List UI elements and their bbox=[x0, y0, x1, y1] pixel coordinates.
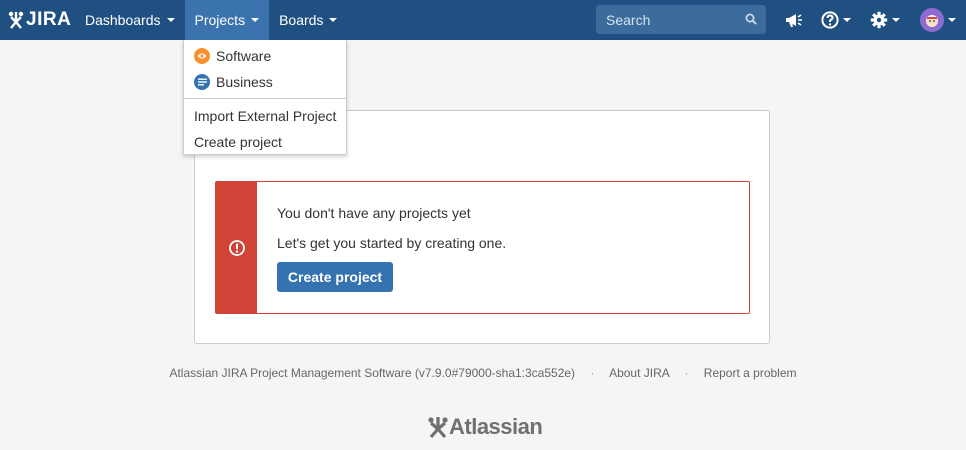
report-problem-link[interactable]: Report a problem bbox=[704, 366, 797, 380]
atlassian-logo-icon bbox=[428, 417, 448, 438]
chevron-down-icon bbox=[843, 18, 851, 22]
chevron-down-icon bbox=[329, 18, 338, 22]
user-avatar-icon bbox=[926, 15, 938, 27]
gear-icon bbox=[870, 11, 888, 29]
footer-version-text: Atlassian JIRA Project Management Softwa… bbox=[169, 366, 576, 380]
nav-dashboards-label: Dashboards bbox=[85, 12, 161, 28]
search-icon bbox=[745, 13, 757, 25]
top-navigation-bar: JIRA Dashboards Projects Boards Search bbox=[0, 0, 966, 40]
create-project-button[interactable]: Create project bbox=[277, 262, 393, 292]
message-icon-bar bbox=[216, 182, 257, 313]
chevron-down-icon bbox=[166, 18, 175, 22]
footer-separator: · bbox=[590, 366, 595, 380]
menu-item-create-project[interactable]: Create project bbox=[184, 129, 346, 155]
menu-item-business-label: Business bbox=[216, 74, 273, 90]
footer-separator: · bbox=[684, 366, 689, 380]
chevron-down-icon bbox=[948, 18, 956, 22]
nav-dashboards[interactable]: Dashboards bbox=[75, 0, 185, 40]
announcement-button[interactable] bbox=[785, 0, 803, 40]
user-profile-menu[interactable] bbox=[920, 0, 956, 40]
help-icon bbox=[821, 11, 839, 29]
jira-logo[interactable]: JIRA bbox=[0, 0, 75, 40]
chevron-down-icon bbox=[251, 18, 260, 22]
footer: Atlassian JIRA Project Management Softwa… bbox=[0, 366, 966, 380]
help-menu[interactable] bbox=[821, 0, 851, 40]
lines-icon bbox=[194, 74, 210, 90]
search-placeholder: Search bbox=[606, 11, 651, 28]
projects-dropdown-menu: Software Business Import External Projec… bbox=[183, 40, 347, 155]
atlassian-logo[interactable]: Atlassian bbox=[427, 414, 543, 440]
search-input[interactable]: Search bbox=[596, 5, 766, 34]
menu-item-create-label: Create project bbox=[194, 134, 282, 150]
nav-boards[interactable]: Boards bbox=[269, 0, 347, 40]
menu-item-import-label: Import External Project bbox=[194, 108, 337, 124]
megaphone-icon bbox=[786, 14, 802, 27]
error-message-box: You don't have any projects yet Let's ge… bbox=[215, 181, 750, 314]
get-started-text: Let's get you started by creating one. bbox=[277, 235, 507, 251]
menu-item-software-label: Software bbox=[216, 48, 272, 64]
nav-projects[interactable]: Projects bbox=[184, 0, 270, 40]
error-icon bbox=[228, 239, 245, 256]
no-projects-text: You don't have any projects yet bbox=[277, 205, 471, 221]
menu-item-import-external-project[interactable]: Import External Project bbox=[184, 103, 346, 129]
menu-item-software[interactable]: Software bbox=[184, 43, 346, 69]
chevron-down-icon bbox=[892, 18, 900, 22]
nav-projects-label: Projects bbox=[194, 12, 246, 28]
jira-logo-icon bbox=[8, 11, 24, 29]
eye-icon bbox=[194, 48, 210, 64]
menu-item-business[interactable]: Business bbox=[184, 69, 346, 95]
atlassian-logo-text: Atlassian bbox=[449, 414, 543, 439]
nav-boards-label: Boards bbox=[279, 12, 324, 28]
about-jira-link[interactable]: About JIRA bbox=[609, 366, 669, 380]
settings-menu[interactable] bbox=[870, 0, 900, 40]
avatar bbox=[920, 8, 944, 32]
menu-divider bbox=[184, 98, 346, 99]
jira-logo-text: JIRA bbox=[26, 9, 72, 30]
